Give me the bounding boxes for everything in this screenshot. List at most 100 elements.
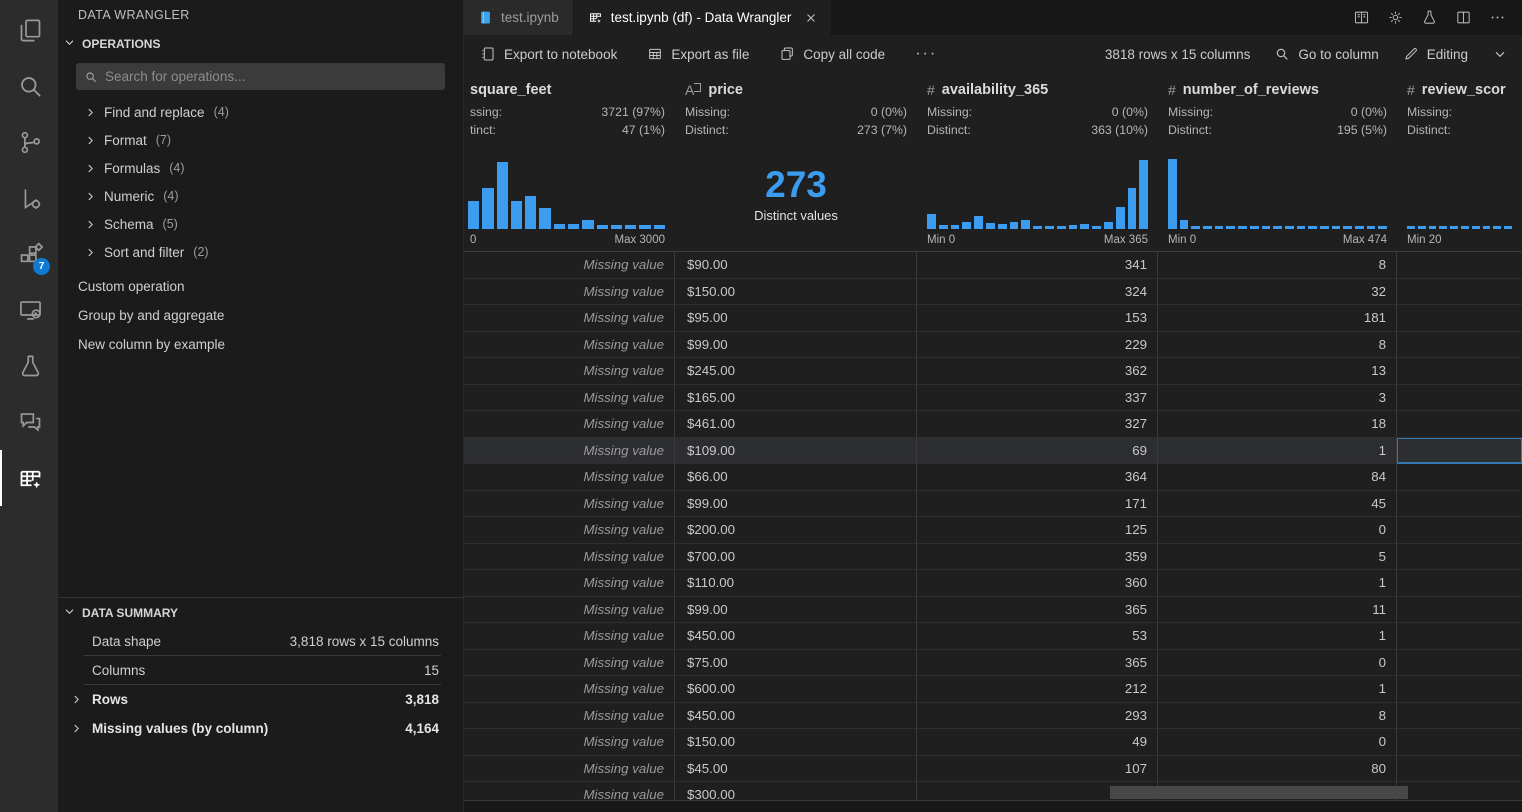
toolbar-more-button[interactable]: ··· xyxy=(915,45,937,63)
cell-price[interactable]: $45.00 xyxy=(675,756,917,783)
cell-availability_365[interactable]: 365 xyxy=(917,650,1158,677)
cell-review_scores[interactable] xyxy=(1397,411,1522,438)
close-icon[interactable] xyxy=(805,12,817,24)
tab-test-ipynb[interactable]: test.ipynb xyxy=(464,0,574,35)
cell-availability_365[interactable]: 49 xyxy=(917,729,1158,756)
summary-row-rows[interactable]: Rows3,818 xyxy=(58,685,463,714)
gear-icon[interactable] xyxy=(1387,9,1404,26)
editing-mode-button[interactable]: Editing xyxy=(1403,46,1468,62)
cell-number_of_reviews[interactable]: 0 xyxy=(1158,650,1397,677)
cell-number_of_reviews[interactable]: 80 xyxy=(1158,756,1397,783)
summary-row-missing-values-by-column-[interactable]: Missing values (by column)4,164 xyxy=(58,714,463,743)
copy-all-code-button[interactable]: Copy all code xyxy=(779,46,885,62)
cell-price[interactable]: $99.00 xyxy=(675,597,917,624)
cell-number_of_reviews[interactable]: 1 xyxy=(1158,623,1397,650)
cell-price[interactable]: $99.00 xyxy=(675,332,917,359)
go-to-column-button[interactable]: Go to column xyxy=(1274,46,1378,62)
column-header-square_feet[interactable]: square_feetssing:3721 (97%)tinct:47 (1%)… xyxy=(464,73,675,251)
operation-group-find-and-replace[interactable]: Find and replace(4) xyxy=(58,98,463,126)
activity-item-remote-explorer[interactable] xyxy=(0,282,58,338)
cell-number_of_reviews[interactable]: 13 xyxy=(1158,358,1397,385)
data-summary-header[interactable]: DATA SUMMARY xyxy=(58,598,463,627)
cell-availability_365[interactable]: 359 xyxy=(917,544,1158,571)
cell-availability_365[interactable]: 341 xyxy=(917,252,1158,279)
cell-availability_365[interactable]: 53 xyxy=(917,623,1158,650)
cell-review_scores[interactable] xyxy=(1397,358,1522,385)
cell-review_scores[interactable] xyxy=(1397,782,1522,800)
cell-availability_365[interactable]: 324 xyxy=(917,279,1158,306)
operations-search[interactable] xyxy=(76,63,445,90)
activity-item-comments[interactable] xyxy=(0,394,58,450)
cell-price[interactable]: $461.00 xyxy=(675,411,917,438)
cell-square_feet[interactable]: Missing value xyxy=(464,305,675,332)
selected-cell[interactable] xyxy=(1397,438,1522,465)
cell-square_feet[interactable]: Missing value xyxy=(464,729,675,756)
column-header-review_scores[interactable]: #review_scorMissing:Distinct:Min 20 xyxy=(1397,73,1522,251)
reader-icon[interactable] xyxy=(1353,9,1370,26)
cell-number_of_reviews[interactable]: 1 xyxy=(1158,438,1397,465)
cell-price[interactable]: $95.00 xyxy=(675,305,917,332)
cell-availability_365[interactable]: 171 xyxy=(917,491,1158,518)
cell-price[interactable]: $66.00 xyxy=(675,464,917,491)
cell-review_scores[interactable] xyxy=(1397,305,1522,332)
cell-number_of_reviews[interactable]: 0 xyxy=(1158,729,1397,756)
more-actions-icon[interactable] xyxy=(1489,9,1506,26)
cell-square_feet[interactable]: Missing value xyxy=(464,252,675,279)
operation-action-group-by-and-aggregate[interactable]: Group by and aggregate xyxy=(58,301,463,330)
split-editor-icon[interactable] xyxy=(1455,9,1472,26)
cell-review_scores[interactable] xyxy=(1397,756,1522,783)
cell-availability_365[interactable]: 69 xyxy=(917,438,1158,465)
activity-item-run-debug[interactable] xyxy=(0,170,58,226)
cell-review_scores[interactable] xyxy=(1397,623,1522,650)
cell-availability_365[interactable]: 293 xyxy=(917,703,1158,730)
cell-square_feet[interactable]: Missing value xyxy=(464,756,675,783)
cell-review_scores[interactable] xyxy=(1397,491,1522,518)
cell-number_of_reviews[interactable]: 45 xyxy=(1158,491,1397,518)
cell-number_of_reviews[interactable]: 32 xyxy=(1158,279,1397,306)
cell-availability_365[interactable]: 212 xyxy=(917,676,1158,703)
cell-price[interactable]: $450.00 xyxy=(675,703,917,730)
operation-group-format[interactable]: Format(7) xyxy=(58,126,463,154)
activity-item-source-control[interactable] xyxy=(0,114,58,170)
cell-availability_365[interactable]: 365 xyxy=(917,597,1158,624)
operations-section-header[interactable]: OPERATIONS xyxy=(58,30,463,58)
tab-data-wrangler[interactable]: test.ipynb (df) - Data Wrangler xyxy=(574,0,833,35)
operation-action-new-column-by-example[interactable]: New column by example xyxy=(58,330,463,359)
operation-group-numeric[interactable]: Numeric(4) xyxy=(58,182,463,210)
cell-number_of_reviews[interactable]: 181 xyxy=(1158,305,1397,332)
cell-review_scores[interactable] xyxy=(1397,703,1522,730)
cell-square_feet[interactable]: Missing value xyxy=(464,332,675,359)
cell-availability_365[interactable]: 327 xyxy=(917,411,1158,438)
export-as-file-button[interactable]: Export as file xyxy=(647,46,749,62)
cell-square_feet[interactable]: Missing value xyxy=(464,517,675,544)
operations-search-input[interactable] xyxy=(105,69,437,84)
cell-square_feet[interactable]: Missing value xyxy=(464,650,675,677)
cell-price[interactable]: $450.00 xyxy=(675,623,917,650)
activity-item-extensions[interactable]: 7 xyxy=(0,226,58,282)
activity-item-search[interactable] xyxy=(0,58,58,114)
cell-price[interactable]: $245.00 xyxy=(675,358,917,385)
cell-number_of_reviews[interactable]: 8 xyxy=(1158,332,1397,359)
cell-number_of_reviews[interactable]: 11 xyxy=(1158,597,1397,624)
cell-price[interactable]: $109.00 xyxy=(675,438,917,465)
activity-item-data-wrangler[interactable] xyxy=(0,450,58,506)
cell-review_scores[interactable] xyxy=(1397,597,1522,624)
cell-square_feet[interactable]: Missing value xyxy=(464,623,675,650)
activity-item-explorer[interactable] xyxy=(0,2,58,58)
cell-price[interactable]: $165.00 xyxy=(675,385,917,412)
cell-price[interactable]: $75.00 xyxy=(675,650,917,677)
beaker-icon[interactable] xyxy=(1421,9,1438,26)
cell-review_scores[interactable] xyxy=(1397,279,1522,306)
cell-review_scores[interactable] xyxy=(1397,729,1522,756)
cell-availability_365[interactable]: 337 xyxy=(917,385,1158,412)
cell-price[interactable]: $300.00 xyxy=(675,782,917,800)
cell-review_scores[interactable] xyxy=(1397,332,1522,359)
cell-price[interactable]: $90.00 xyxy=(675,252,917,279)
cell-availability_365[interactable]: 364 xyxy=(917,464,1158,491)
cell-number_of_reviews[interactable]: 1 xyxy=(1158,570,1397,597)
cell-availability_365[interactable]: 107 xyxy=(917,756,1158,783)
cell-number_of_reviews[interactable]: 8 xyxy=(1158,703,1397,730)
cell-review_scores[interactable] xyxy=(1397,544,1522,571)
cell-price[interactable]: $110.00 xyxy=(675,570,917,597)
export-to-notebook-button[interactable]: Export to notebook xyxy=(480,46,617,62)
